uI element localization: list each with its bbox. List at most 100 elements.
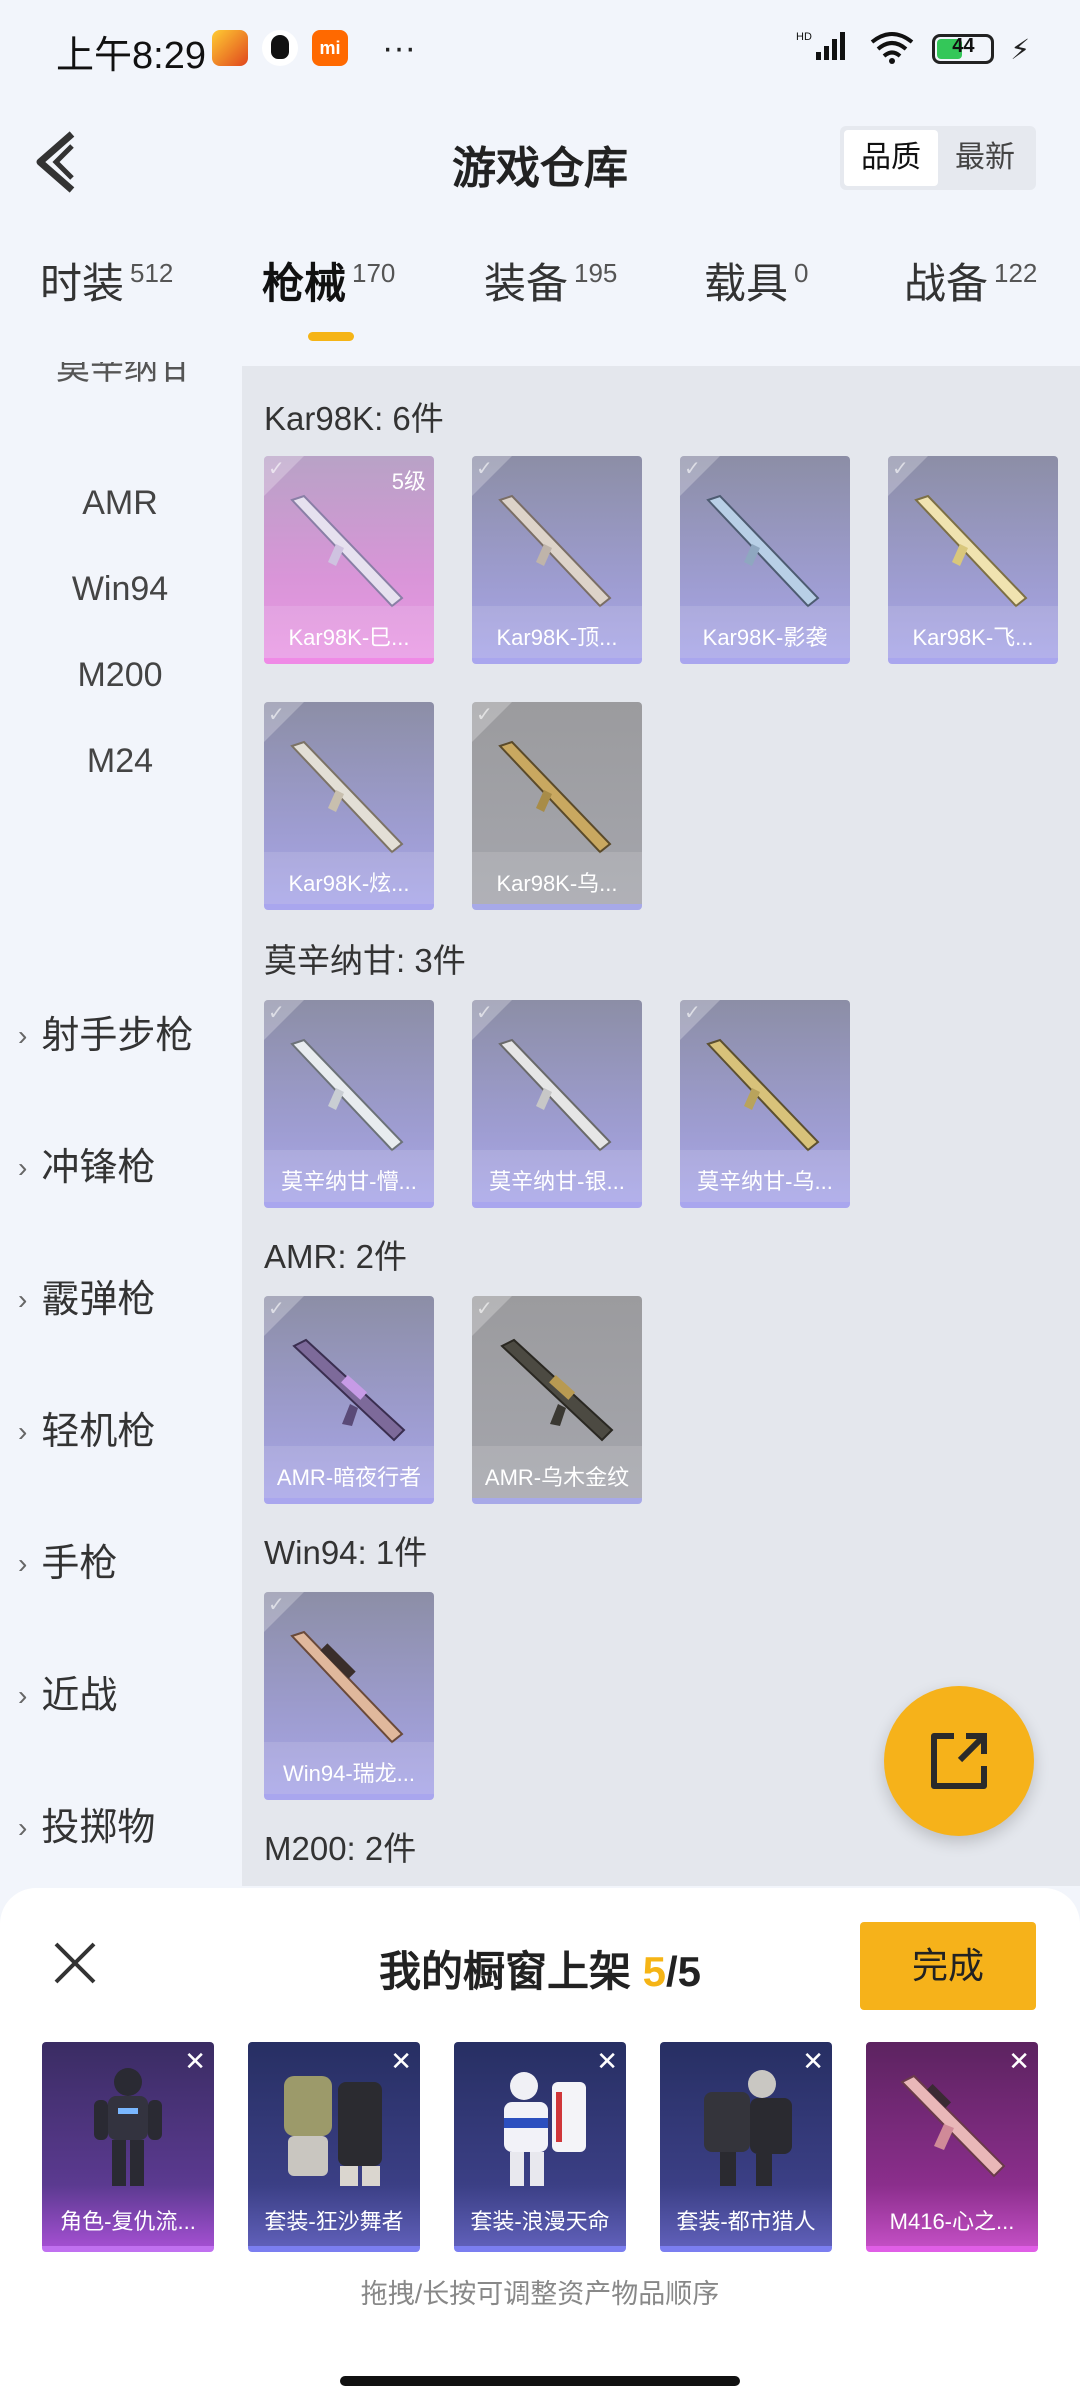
weapon-card[interactable]: ✓ 莫辛纳甘-乌...: [680, 1000, 850, 1208]
showcase-item-label: 角色-复仇流...: [60, 2209, 196, 2234]
rifle-icon: [290, 1038, 404, 1152]
tab-count: 122: [994, 258, 1038, 288]
sidebar-item-m200[interactable]: M200: [0, 656, 240, 695]
remove-item-icon[interactable]: ✕: [1008, 2046, 1030, 2077]
tab-label: 时装: [40, 260, 125, 307]
section-title-kar98k: Kar98K: 6件: [264, 400, 444, 437]
remove-item-icon[interactable]: ✕: [596, 2046, 618, 2077]
assault-rifle-art: [900, 2074, 1006, 2178]
weapon-card[interactable]: ✓ AMR-暗夜行者: [264, 1296, 434, 1504]
weapon-card[interactable]: ✓ AMR-乌木金纹: [472, 1296, 642, 1504]
showcase-item[interactable]: ✕ 套装-浪漫天命: [454, 2042, 626, 2252]
tab-fashion[interactable]: 时装 512: [40, 250, 173, 311]
tab-supplies[interactable]: 战备 122: [904, 250, 1037, 311]
weapon-card[interactable]: ✓ 莫辛纳甘-银...: [472, 1000, 642, 1208]
tab-vehicles[interactable]: 载具 0: [704, 250, 808, 311]
app-header: 游戏仓库 品质 最新: [0, 104, 1080, 224]
sidebar-group-label: 投掷物: [41, 1807, 156, 1849]
sort-newest-option[interactable]: 最新: [938, 130, 1032, 186]
weapon-name: Kar98K-飞...: [912, 625, 1034, 650]
showcase-count-total: /5: [666, 1948, 702, 1995]
outfit-art: [284, 2076, 382, 2186]
chevron-right-icon: ›: [18, 1812, 28, 1843]
weapon-name: Kar98K-乌...: [496, 871, 618, 896]
sidebar-item-m24[interactable]: M24: [0, 742, 240, 781]
sidebar-group-shotgun[interactable]: › 霰弹枪: [18, 1268, 155, 1323]
rifle-icon: [290, 494, 404, 608]
sidebar-group-throwable[interactable]: › 投掷物: [18, 1796, 155, 1851]
tab-count: 512: [130, 258, 174, 288]
chevron-right-icon: ›: [18, 1548, 28, 1579]
showcase-sheet: 我的橱窗上架 5/5 完成 ✕ 角色-复仇流... ✕ 套装-狂沙舞者 ✕ 套装…: [0, 1888, 1080, 2400]
tab-equipment[interactable]: 装备 195: [484, 250, 617, 311]
weapon-card[interactable]: ✓ Kar98K-影袭: [680, 456, 850, 664]
sidebar-group-label: 冲锋枪: [41, 1147, 156, 1189]
weapon-name: Kar98K-巳...: [288, 625, 410, 650]
tab-firearms[interactable]: 枪械 170: [262, 250, 395, 311]
sidebar-item-amr[interactable]: AMR: [0, 484, 240, 523]
check-icon: ✓: [268, 1594, 285, 1616]
tab-count: 0: [794, 258, 809, 288]
notification-icons: mi ···: [212, 30, 416, 66]
check-icon: ✓: [268, 458, 285, 480]
weapon-name: AMR-暗夜行者: [276, 1465, 422, 1490]
chevron-right-icon: ›: [18, 1680, 28, 1711]
reorder-hint: 拖拽/长按可调整资产物品顺序: [360, 2279, 720, 2309]
rifle-icon: [290, 740, 404, 854]
weapon-category-sidebar: 莫辛纳甘 AMR Win94 M200 M24 › 射手步枪 › 冲锋枪 › 霰弹枪 …: [0, 362, 240, 1887]
check-icon: ✓: [268, 1002, 285, 1024]
signal-icon: HD: [796, 28, 852, 70]
chevron-right-icon: ›: [18, 1152, 28, 1183]
wifi-icon: [868, 30, 916, 69]
remove-item-icon[interactable]: ✕: [184, 2046, 206, 2077]
weapon-name: Kar98K-顶...: [496, 625, 618, 650]
sidebar-group-label: 射手步枪: [41, 1015, 194, 1057]
weapon-name: 莫辛纳甘-乌...: [697, 1169, 833, 1194]
sidebar-group-lmg[interactable]: › 轻机枪: [18, 1400, 155, 1455]
tab-label: 装备: [484, 260, 569, 307]
showcase-item[interactable]: ✕ 套装-狂沙舞者: [248, 2042, 420, 2252]
weapon-card[interactable]: ✓ Kar98K-炫...: [264, 702, 434, 910]
check-icon: ✓: [476, 704, 493, 726]
charging-icon: ⚡: [1010, 33, 1030, 65]
remove-item-icon[interactable]: ✕: [802, 2046, 824, 2077]
weapon-name: 莫辛纳甘-懵...: [281, 1169, 417, 1194]
weapon-name: 莫辛纳甘-银...: [489, 1169, 625, 1194]
showcase-item[interactable]: ✕ 套装-都市猎人: [660, 2042, 832, 2252]
showcase-item-label: 套装-狂沙舞者: [264, 2209, 404, 2234]
remove-item-icon[interactable]: ✕: [390, 2046, 412, 2077]
sidebar-group-pistol[interactable]: › 手枪: [18, 1532, 117, 1587]
sidebar-group-melee[interactable]: › 近战: [18, 1664, 117, 1719]
weapon-card[interactable]: ✓ 5级 Kar98K-巳...: [264, 456, 434, 664]
weapon-card[interactable]: ✓ Kar98K-飞...: [888, 456, 1058, 664]
weapon-name: AMR-乌木金纹: [484, 1465, 630, 1490]
sidebar-group-smg[interactable]: › 冲锋枪: [18, 1136, 155, 1191]
tab-label: 枪械: [262, 260, 347, 307]
svg-text:HD: HD: [796, 31, 812, 43]
weapon-card[interactable]: ✓ Kar98K-顶...: [472, 456, 642, 664]
done-button[interactable]: 完成: [860, 1922, 1036, 2010]
active-tab-indicator: [308, 332, 354, 341]
home-indicator[interactable]: [340, 2376, 740, 2386]
rifle-icon: [706, 494, 820, 608]
showcase-item[interactable]: ✕ 角色-复仇流...: [42, 2042, 214, 2252]
section-title-m200: M200: 2件: [264, 1830, 417, 1867]
sidebar-item-win94[interactable]: Win94: [0, 570, 240, 609]
share-fab-button[interactable]: [884, 1686, 1034, 1836]
sidebar-group-dmr[interactable]: › 射手步枪: [18, 1004, 193, 1059]
weapon-name: Kar98K-炫...: [288, 871, 410, 896]
outfit-art: [704, 2070, 792, 2186]
weapon-card[interactable]: ✓ 莫辛纳甘-懵...: [264, 1000, 434, 1208]
sniper-rifle-icon: [292, 1338, 406, 1442]
check-icon: ✓: [684, 1002, 701, 1024]
weapon-card[interactable]: ✓ Kar98K-乌...: [472, 702, 642, 910]
showcase-item-label: 套装-浪漫天命: [470, 2209, 610, 2234]
sidebar-item-mosin-partial[interactable]: 莫辛纳甘: [56, 362, 192, 389]
sort-quality-option[interactable]: 品质: [844, 130, 938, 186]
showcase-item[interactable]: ✕ M416-心之...: [866, 2042, 1038, 2252]
game-app-icon: [212, 30, 248, 66]
sniper-rifle-icon: [500, 1338, 614, 1442]
status-bar: 上午8:29 mi ··· HD 44 ⚡: [0, 0, 1080, 104]
showcase-item-label: M416-心之...: [889, 2209, 1015, 2234]
weapon-card[interactable]: ✓ Win94-瑞龙...: [264, 1592, 434, 1800]
